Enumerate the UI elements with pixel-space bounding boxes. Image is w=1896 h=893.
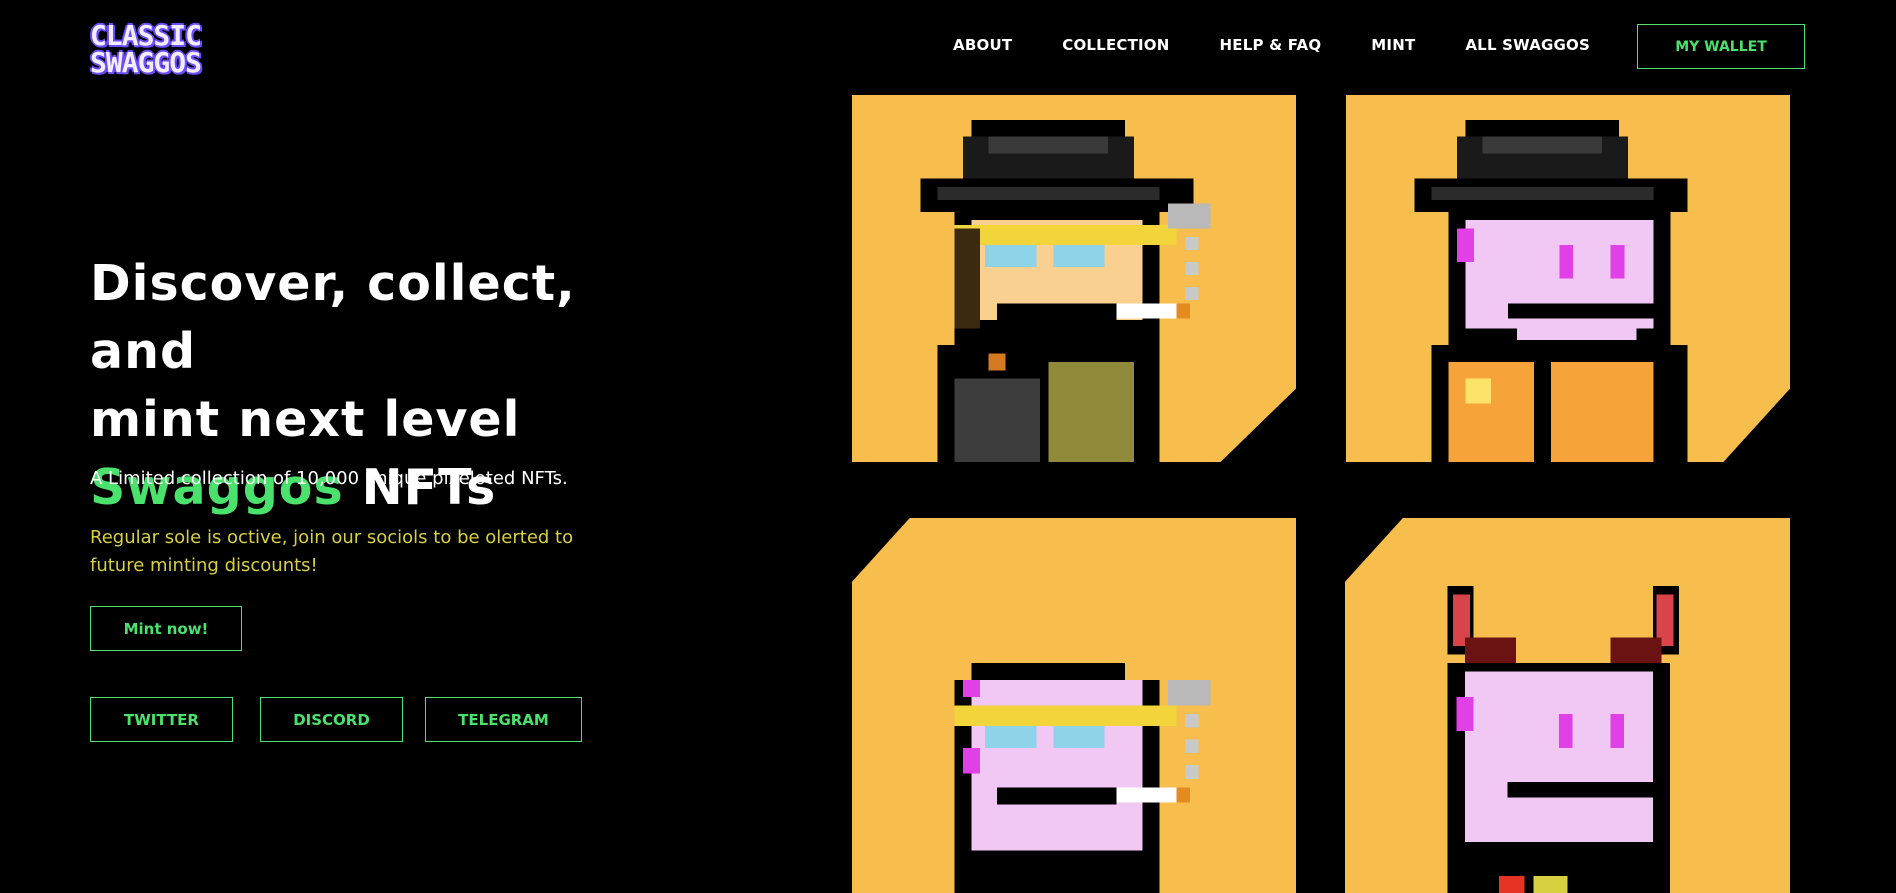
- sale-notice: Regular sole is octive, join our sociols…: [90, 527, 574, 576]
- nav-mint[interactable]: MINT: [1371, 36, 1415, 54]
- main-nav: ABOUT COLLECTION HELP & FAQ MINT ALL SWA…: [903, 36, 1590, 54]
- nft-image-1[interactable]: [852, 95, 1296, 462]
- logo[interactable]: CLASSIC SWAGGOS: [90, 19, 220, 79]
- nav-all-swaggos[interactable]: ALL SWAGGOS: [1465, 36, 1590, 54]
- logo-line-2: SWAGGOS: [90, 46, 202, 79]
- nav-collection[interactable]: COLLECTION: [1062, 36, 1169, 54]
- hero-title-line-2: mint next level: [90, 391, 521, 448]
- telegram-button[interactable]: TELEGRAM: [425, 697, 582, 742]
- hero-title-line-1: Discover, collect, and: [90, 255, 576, 380]
- nft-image-4[interactable]: [1345, 518, 1790, 893]
- hero-subtitle: A Limited collection of 10,000 unique pi…: [90, 468, 568, 489]
- mint-now-button[interactable]: Mint now!: [90, 606, 242, 651]
- twitter-button[interactable]: TWITTER: [90, 697, 233, 742]
- nav-help-faq[interactable]: HELP & FAQ: [1220, 36, 1322, 54]
- nft-image-3[interactable]: [852, 518, 1296, 893]
- my-wallet-button[interactable]: MY WALLET: [1637, 24, 1805, 69]
- nav-about[interactable]: ABOUT: [953, 36, 1012, 54]
- nft-image-2[interactable]: [1346, 95, 1790, 462]
- discord-button[interactable]: DISCORD: [260, 697, 403, 742]
- logo-line-1: CLASSIC: [90, 19, 202, 52]
